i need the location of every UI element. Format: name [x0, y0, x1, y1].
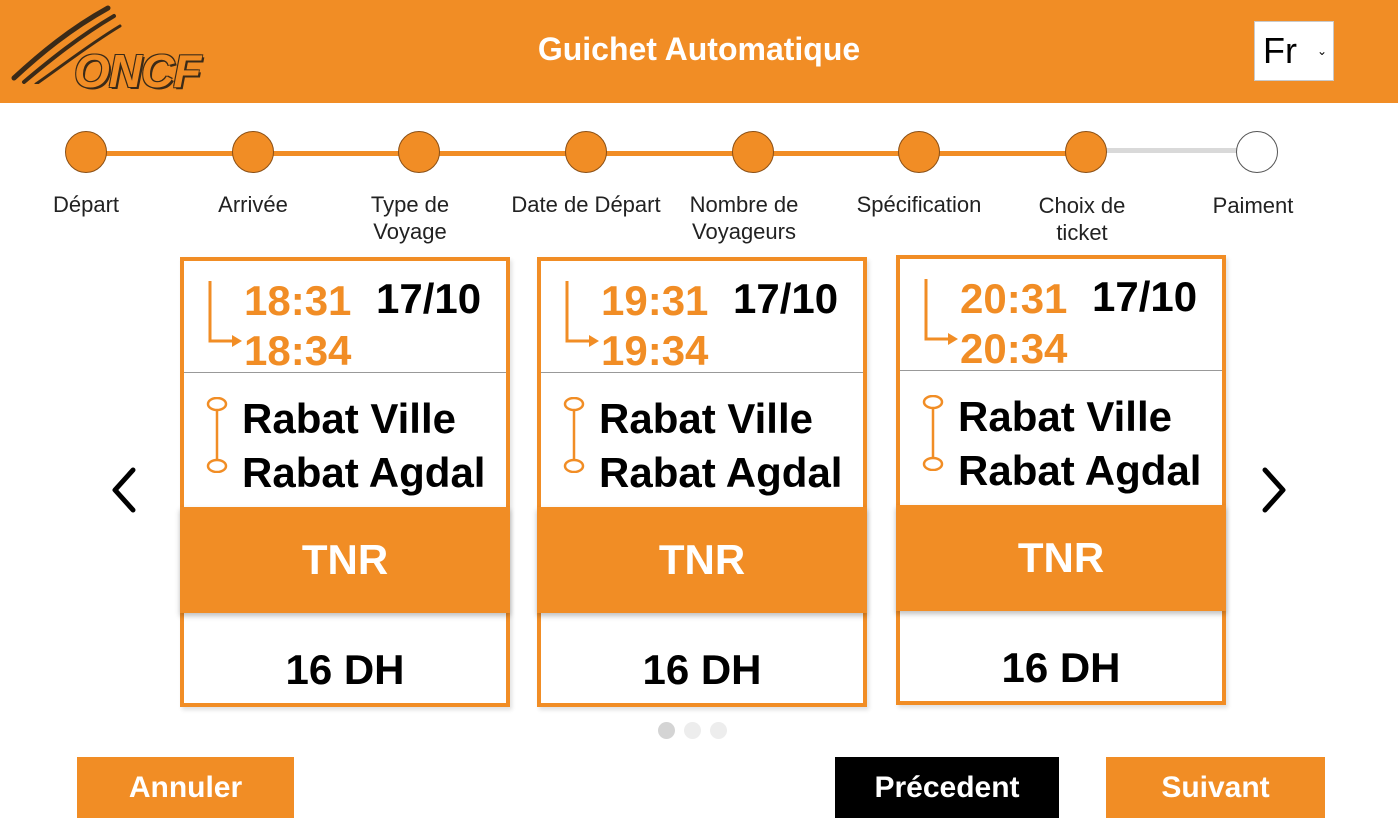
arrival-time: 18:34	[244, 327, 352, 374]
fare-type-badge: TNR	[180, 507, 510, 613]
step-dot-specification	[898, 131, 940, 173]
page-title: Guichet Automatique	[537, 31, 861, 67]
fare-type-badge: TNR	[537, 507, 867, 613]
step-dot-arrivee	[232, 131, 274, 173]
ticket-schedule: 19:31 19:34 17/10	[541, 261, 863, 374]
arrival-time: 20:34	[960, 325, 1068, 372]
route-icon	[922, 395, 944, 471]
arrival-station: Rabat Agdal	[242, 449, 486, 496]
carousel-next-button[interactable]	[1254, 462, 1294, 518]
ticket-price: 16 DH	[642, 646, 762, 693]
ticket-schedule: 20:31 20:34 17/10	[900, 259, 1222, 372]
pagination-dot-active[interactable]	[658, 722, 675, 739]
step-dot-paiment	[1236, 131, 1278, 173]
departure-station: Rabat Ville	[599, 395, 813, 442]
time-arrow-icon	[924, 279, 958, 345]
ticket-card[interactable]: 20:31 20:34 17/10 Rabat Ville Rabat Agda…	[896, 255, 1226, 705]
step-dot-date-depart	[565, 131, 607, 173]
chevron-left-icon	[112, 467, 136, 513]
step-dot-choix-ticket	[1065, 131, 1107, 173]
route-icon	[563, 397, 585, 473]
arrival-time: 19:34	[601, 327, 709, 374]
step-label: Arrivée	[218, 192, 288, 217]
progress-stepper: Départ Arrivée Type de Voyage Date de Dé…	[0, 110, 1398, 250]
pagination-dot[interactable]	[684, 722, 701, 739]
language-value: Fr	[1263, 30, 1297, 71]
departure-time: 18:31	[244, 277, 352, 324]
carousel-pagination	[656, 722, 736, 740]
chevron-right-icon	[1262, 467, 1286, 513]
step-dot-depart	[65, 131, 107, 173]
departure-station: Rabat Ville	[958, 393, 1172, 440]
step-dot-nombre-voyageurs	[732, 131, 774, 173]
step-label: Spécification	[856, 192, 982, 217]
step-dot-type-voyage	[398, 131, 440, 173]
cancel-button[interactable]: Annuler	[77, 757, 294, 818]
progress-track-pending	[1086, 148, 1256, 153]
next-button[interactable]: Suivant	[1106, 757, 1325, 818]
chevron-down-icon: ⌄	[1316, 44, 1327, 58]
step-label: Type de Voyage	[370, 192, 450, 244]
travel-date: 17/10	[733, 275, 839, 322]
step-label: Paiment	[1212, 193, 1294, 218]
pagination-dot[interactable]	[710, 722, 727, 739]
time-arrow-icon	[565, 281, 599, 347]
carousel-prev-button[interactable]	[104, 462, 144, 518]
ticket-price: 16 DH	[1001, 644, 1121, 691]
departure-time: 19:31	[601, 277, 709, 324]
time-arrow-icon	[208, 281, 242, 347]
step-label: Départ	[52, 192, 120, 217]
step-label: Choix de ticket	[1038, 193, 1126, 245]
arrival-station: Rabat Agdal	[958, 447, 1202, 494]
departure-station: Rabat Ville	[242, 395, 456, 442]
travel-date: 17/10	[1092, 273, 1198, 320]
ticket-price: 16 DH	[285, 646, 405, 693]
departure-time: 20:31	[960, 275, 1068, 322]
language-select[interactable]: Fr ⌄	[1254, 21, 1334, 81]
route-icon	[206, 397, 228, 473]
step-label: Date de Départ	[511, 192, 661, 217]
step-label: Nombre de Voyageurs	[689, 192, 799, 244]
previous-button[interactable]: Précedent	[835, 757, 1059, 818]
arrival-station: Rabat Agdal	[599, 449, 843, 496]
ticket-card[interactable]: 19:31 19:34 17/10 Rabat Ville Rabat Agda…	[537, 257, 867, 707]
ticket-card[interactable]: 18:31 18:34 17/10 Rabat Ville Rabat Agda…	[180, 257, 510, 707]
travel-date: 17/10	[376, 275, 482, 322]
fare-type-badge: TNR	[896, 505, 1226, 611]
app-header: ONCF Guichet Automatique Fr ⌄	[0, 0, 1398, 103]
ticket-schedule: 18:31 18:34 17/10	[184, 261, 506, 374]
